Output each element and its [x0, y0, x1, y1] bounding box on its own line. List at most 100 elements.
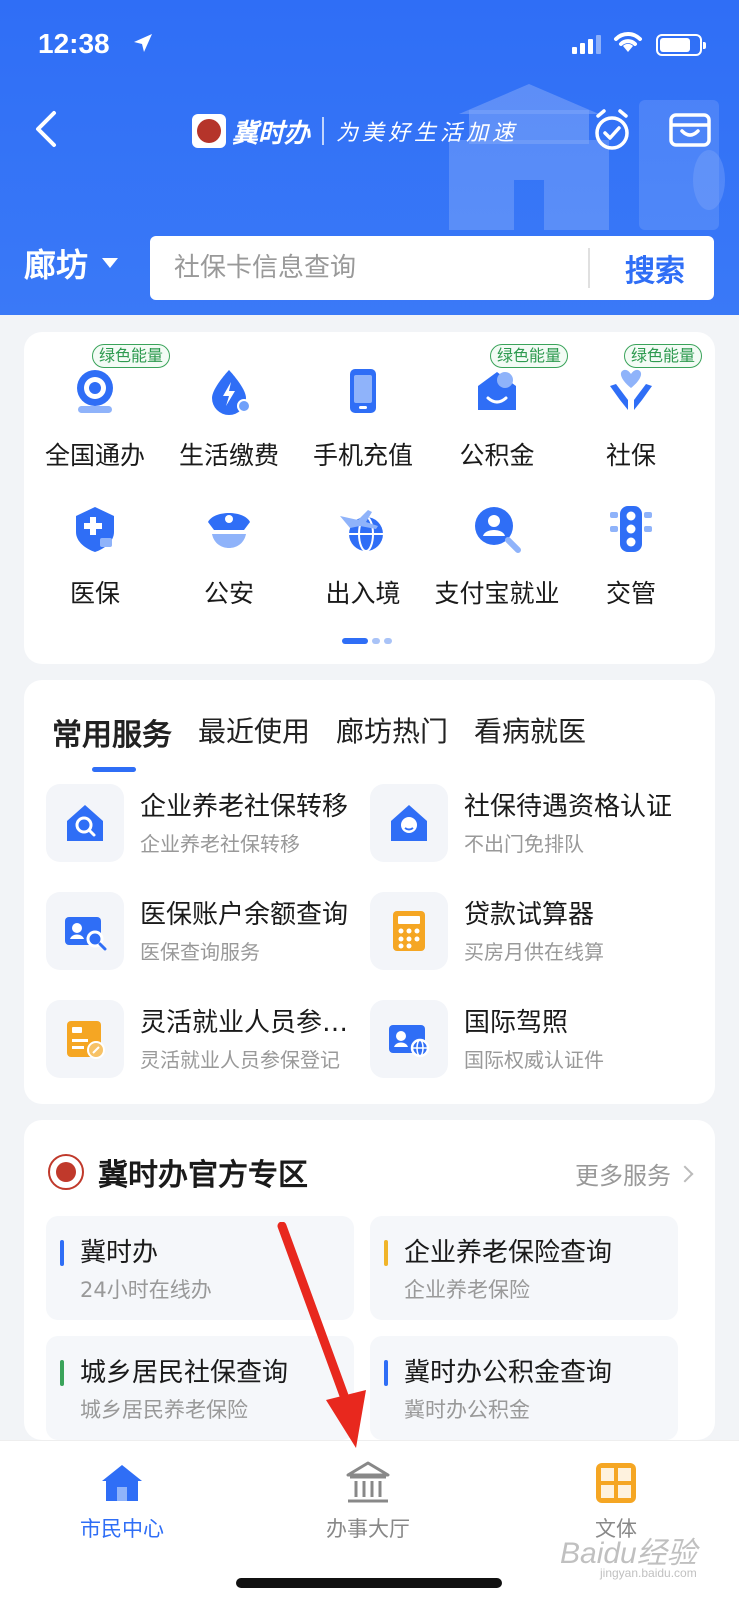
service-item[interactable]: 医保账户余额查询 医保查询服务 [46, 890, 366, 972]
government-hall-icon [346, 1461, 390, 1503]
wallet-card-icon[interactable] [668, 109, 712, 149]
official-item[interactable]: 城乡居民社保查询 城乡居民养老保险 [46, 1336, 354, 1440]
more-services-link[interactable]: 更多服务 [575, 1156, 694, 1191]
accent-bar [60, 1360, 64, 1386]
grid-item-exit-entry[interactable]: 出入境 [294, 492, 432, 612]
service-item[interactable]: 贷款试算器 买房月供在线算 [370, 890, 690, 972]
app-seal-icon [192, 114, 226, 148]
service-icon-tile [46, 784, 124, 862]
service-item[interactable]: 灵活就业人员参保登记 灵活就业人员参保登记 [46, 998, 366, 1080]
id-globe-icon [389, 1025, 430, 1058]
official-item-subtitle: 24小时在线办 [80, 1278, 212, 1302]
grid-item-medical-insurance[interactable]: 医保 [26, 492, 164, 612]
more-services-label: 更多服务 [575, 1162, 671, 1190]
status-time: 12:38 [38, 28, 110, 59]
grid-item-label: 交管 [605, 579, 656, 608]
service-icon-tile [370, 892, 448, 970]
official-item[interactable]: 冀时办公积金查询 冀时办公积金 [370, 1336, 678, 1440]
app-header: 12:38 冀时办 为美好生活加速 廊坊 搜索 [0, 0, 739, 315]
job-search-icon [475, 507, 521, 553]
grid-item-phone-topup[interactable]: 手机充值 [294, 354, 432, 474]
search-box: 搜索 [150, 236, 714, 300]
service-subtitle: 医保查询服务 [140, 940, 260, 964]
service-subtitle: 国际权威认证件 [464, 1048, 604, 1072]
official-zone-card: 冀时办官方专区 更多服务 冀时办 24小时在线办 企业养老保险查询 企业养老保险… [24, 1120, 715, 1440]
home-icon [102, 1465, 142, 1501]
grid-item-nationwide[interactable]: 绿色能量 全国通办 [26, 344, 171, 474]
location-arrow-icon [134, 34, 152, 52]
status-bar: 12:38 [0, 0, 739, 90]
official-item-subtitle: 城乡居民养老保险 [80, 1398, 248, 1422]
official-item-title: 冀时办公积金查询 [404, 1358, 613, 1388]
page-dot [372, 638, 380, 644]
app-name: 冀时办 [232, 118, 311, 149]
service-subtitle: 不出门免排队 [464, 832, 584, 856]
green-energy-badge: 绿色能量 [490, 344, 569, 368]
official-item-title: 企业养老保险查询 [404, 1238, 613, 1268]
official-item[interactable]: 冀时办 24小时在线办 [46, 1216, 354, 1320]
accent-bar [384, 1240, 388, 1266]
page-indicator [342, 638, 392, 644]
insurance-form-icon [67, 1021, 105, 1059]
service-item[interactable]: 社保待遇资格认证 不出门免排队 [370, 782, 690, 864]
caret-down-icon [102, 258, 119, 268]
search-button[interactable]: 搜索 [600, 236, 710, 300]
tab-langfang-popular[interactable]: 廊坊热门 [336, 710, 448, 754]
house-face-icon [391, 805, 427, 841]
nav-bar: 冀时办 为美好生活加速 [0, 95, 739, 165]
medical-insurance-icon [76, 507, 114, 552]
service-icon-tile [46, 1000, 124, 1078]
tab-common-services[interactable]: 常用服务 [52, 710, 172, 772]
back-icon[interactable] [28, 107, 68, 151]
grid-item-police[interactable]: 公安 [160, 492, 298, 612]
search-input[interactable] [174, 248, 574, 288]
service-title: 贷款试算器 [464, 900, 595, 930]
service-title: 社保待遇资格认证 [464, 792, 673, 822]
common-services-card: 常用服务 最近使用 廊坊热门 看病就医 企业养老社保转移 企业养老社保转移 社保… [24, 680, 715, 1104]
grid-item-social-security[interactable]: 绿色能量 社保 [562, 344, 703, 474]
grid-item-utilities[interactable]: 生活缴费 [160, 354, 298, 474]
service-title: 国际驾照 [464, 1008, 569, 1038]
grid-item-alipay-jobs[interactable]: 支付宝就业 [428, 492, 566, 612]
grid-item-housing-fund[interactable]: 绿色能量 公积金 [428, 344, 569, 474]
city-name: 廊坊 [24, 246, 89, 284]
service-item[interactable]: 企业养老社保转移 企业养老社保转移 [46, 782, 366, 864]
alarm-clock-icon[interactable] [590, 107, 634, 153]
quick-services-card: 绿色能量 全国通办 生活缴费 手机充值 绿色能量 公积金 绿色能量 社保 医保 … [24, 332, 715, 664]
accent-bar [384, 1360, 388, 1386]
traffic-light-icon [610, 506, 652, 552]
tab-medical[interactable]: 看病就医 [474, 710, 586, 754]
search-divider [588, 248, 590, 288]
id-search-icon [65, 917, 107, 951]
tab-citizen-center[interactable]: 市民中心 [52, 1459, 192, 1543]
tab-label: 市民中心 [80, 1517, 164, 1541]
official-zone-title: 冀时办官方专区 [98, 1158, 308, 1193]
app-seal-icon [48, 1154, 84, 1190]
grid-item-label: 社保 [605, 441, 656, 470]
official-zone-header: 冀时办官方专区 [48, 1150, 308, 1194]
service-subtitle: 企业养老社保转移 [140, 832, 300, 856]
tab-recently-used[interactable]: 最近使用 [198, 710, 310, 754]
page-dot [384, 638, 392, 644]
logo-divider [322, 117, 325, 145]
calculator-icon [393, 911, 425, 951]
city-selector[interactable]: 廊坊 [24, 240, 119, 286]
battery-icon [656, 34, 706, 56]
official-item-title: 冀时办 [80, 1238, 159, 1268]
official-item[interactable]: 企业养老保险查询 企业养老保险 [370, 1216, 678, 1320]
search-row: 廊坊 搜索 [0, 236, 739, 300]
service-title: 企业养老社保转移 [140, 792, 349, 822]
green-energy-badge: 绿色能量 [624, 344, 703, 368]
service-icon-tile [370, 784, 448, 862]
house-search-icon [67, 805, 103, 841]
grid-item-traffic[interactable]: 交管 [562, 492, 700, 612]
tab-service-hall[interactable]: 办事大厅 [298, 1459, 438, 1543]
home-indicator [236, 1578, 502, 1588]
police-cap-icon [208, 513, 250, 548]
cellular-signal-icon [572, 35, 601, 54]
watermark-url: jingyan.baidu.com [600, 1566, 697, 1580]
service-item[interactable]: 国际驾照 国际权威认证件 [370, 998, 690, 1080]
green-energy-badge: 绿色能量 [92, 344, 171, 368]
official-item-subtitle: 企业养老保险 [404, 1278, 530, 1302]
housing-fund-icon [478, 372, 516, 410]
